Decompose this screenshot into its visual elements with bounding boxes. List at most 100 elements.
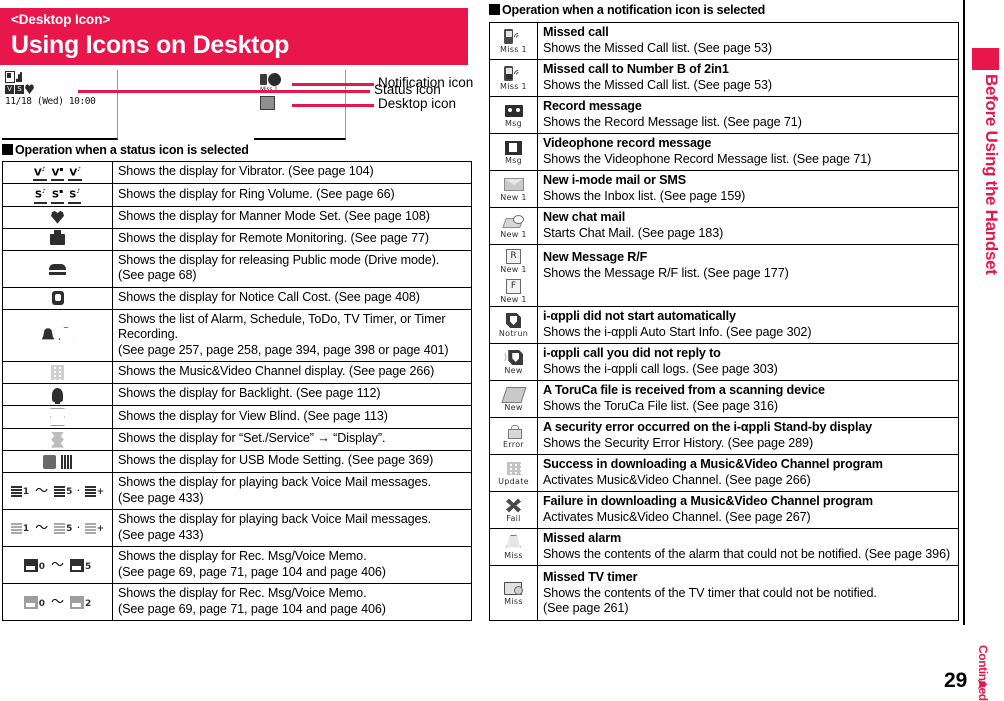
desc-title: Missed TV timer <box>543 570 638 584</box>
desc-line: Activates Music&Video Channel. (See page… <box>543 509 811 524</box>
music-video-channel-icon <box>51 365 64 381</box>
desc-cell: New chat mail Starts Chat Mail. (See pag… <box>537 207 959 245</box>
table-row: Shows the display for Notice Call Cost. … <box>2 286 472 310</box>
desc-title: Missed call to Number B of 2in1 <box>543 62 729 76</box>
icon-caption: Miss <box>504 596 523 606</box>
notification-section-heading: Operation when a notification icon is se… <box>489 3 765 17</box>
icon-cell-download-success: Update <box>489 454 538 492</box>
desc-cell: Shows the display for Ring Volume. (See … <box>112 183 472 207</box>
desc-line: (See page 433) <box>118 527 204 542</box>
table-row: Update Success in downloading a Music&Vi… <box>489 454 959 492</box>
desc-title: Videophone record message <box>543 136 712 150</box>
desc-line: Shows the display for releasing Public m… <box>118 252 440 267</box>
callout-line-notification <box>292 83 374 86</box>
desc-line: Shows the display for “Set./Service” → “… <box>118 431 386 446</box>
desc-line: Shows the display for Notice Call Cost. … <box>118 289 420 304</box>
vibrator-icon-1: V♪ <box>32 164 47 182</box>
videophone-record-message-icon: Msg <box>505 139 522 165</box>
page-number: 29 <box>944 669 968 692</box>
status-section-heading: Operation when a status icon is selected <box>2 143 249 157</box>
icon-cell-rec-msg-light: 0 ～ 2 <box>2 583 113 622</box>
status-icon-table: V♪ V▪ V♪ Shows the display for Vibrator.… <box>2 160 472 622</box>
icon-cell-ring-volume: S♪ S▪ S♪ <box>2 183 113 207</box>
table-row: Msg Videophone record message Shows the … <box>489 133 959 171</box>
desktop-notification-stack: Miss 1 <box>260 70 294 118</box>
desc-cell: Missed call to Number B of 2in1 Shows th… <box>537 59 959 97</box>
icon-cell-record-message: Msg <box>489 96 538 134</box>
table-row: Shows the list of Alarm, Schedule, ToDo,… <box>2 308 472 363</box>
tilde-separator: ～ <box>50 594 64 610</box>
table-row: Miss Missed alarm Shows the contents of … <box>489 528 959 566</box>
missed-alarm-icon: Miss <box>504 534 523 560</box>
icon-caption: Notrun <box>498 329 529 338</box>
desc-line: Shows the list of Alarm, Schedule, ToDo,… <box>118 311 446 342</box>
desc-line: (See page 69, page 71, page 104 and page… <box>118 601 386 616</box>
missed-tv-timer-icon: Miss <box>504 580 523 606</box>
rec-msg-icon-5: 5 <box>70 558 91 572</box>
table-row: S♪ S▪ S♪ Shows the display for Ring Volu… <box>2 183 472 207</box>
status-section-heading-text: Operation when a status icon is selected <box>15 143 249 157</box>
record-message-icon: Msg <box>504 102 523 128</box>
new-chat-mail-icon: New 1 <box>500 213 527 239</box>
set-service-display-icon <box>51 431 64 448</box>
desktop-icon-glyph <box>260 96 275 110</box>
icon-cell-notice-call-cost <box>2 286 113 310</box>
page-header-bar: <Desktop Icon> Using Icons on Desktop <box>0 8 468 65</box>
table-row: Miss 1 Missed call Shows the Missed Call… <box>489 22 959 60</box>
phone-mockup-area: V S 11/18 (Wed) 10:00 Miss 1 Status icon… <box>0 70 474 142</box>
security-error-lock-icon: Error <box>503 423 524 449</box>
phone-handset-icon <box>260 74 267 85</box>
desc-title: New Message R/F <box>543 250 648 264</box>
rec-msg-light-icon-0: 0 <box>23 595 45 609</box>
desc-cell: Shows the display for Notice Call Cost. … <box>112 286 472 310</box>
voice-mail-light-icon-5: 5 <box>54 522 72 535</box>
table-row: 1 ～ 5 · + Shows the display for playing … <box>2 509 472 548</box>
desc-title: New chat mail <box>543 210 626 224</box>
desc-line: Shows the display for Backlight. (See pa… <box>118 386 381 401</box>
message-r-badge: R <box>506 249 521 264</box>
icon-cell-toruca-received: New <box>489 380 538 418</box>
desc-line: Shows the Missed Call list. (See page 53… <box>543 77 772 92</box>
desc-line: Shows the i-αppli call logs. (See page 3… <box>543 361 778 376</box>
tilde-separator: ～ <box>50 557 64 573</box>
desc-cell: Videophone record message Shows the Vide… <box>537 133 959 171</box>
table-row: 0 ～ 2 Shows the display for Rec. Msg/Voi… <box>2 583 472 622</box>
manner-mode-icon <box>51 210 64 224</box>
desc-line: (See page 261) <box>543 601 629 615</box>
desc-line: Shows the display for playing back Voice… <box>118 475 432 490</box>
table-row: Shows the display for releasing Public m… <box>2 249 472 288</box>
view-blind-icon <box>50 408 65 427</box>
icon-cell-iappli-not-started: Notrun <box>489 306 538 344</box>
icon-cell-missed-alarm: Miss <box>489 528 538 566</box>
table-row: Fail Failure in downloading a Music&Vide… <box>489 491 959 529</box>
icon-caption: Update <box>498 477 529 486</box>
table-row: Miss Missed TV timer Shows the contents … <box>489 565 959 621</box>
icon-caption: Miss 1 <box>500 82 527 91</box>
rec-msg-icon-0: 0 <box>23 558 45 572</box>
icon-caption: New <box>504 403 523 412</box>
table-row: New A ToruCa file is received from a sca… <box>489 380 959 418</box>
desc-line: Shows the display for Vibrator. (See pag… <box>118 164 374 179</box>
icon-cell-new-chat-mail: New 1 <box>489 207 538 245</box>
download-failure-icon: Fail <box>506 497 521 523</box>
desc-cell: Shows the display for releasing Public m… <box>112 249 472 288</box>
desc-title: i-αppli call you did not reply to <box>543 346 721 360</box>
missed-call-icon: Miss 1 <box>500 28 527 54</box>
desc-cell: Success in downloading a Music&Video Cha… <box>537 454 959 492</box>
table-row: R New 1 F New 1 New Message R/F Shows th… <box>489 244 959 307</box>
desc-line: Shows the display for Remote Monitoring.… <box>118 230 430 245</box>
desc-cell: i-αppli did not start automatically Show… <box>537 306 959 344</box>
table-row: Shows the display for Manner Mode Set. (… <box>2 205 472 229</box>
icon-caption: New <box>504 366 523 375</box>
vibrator-status-icon: V <box>5 84 14 94</box>
battery-icon <box>5 71 15 83</box>
desc-cell: Shows the display for Manner Mode Set. (… <box>112 205 472 229</box>
callout-label-notification: Notification icon <box>378 75 474 90</box>
desc-line: Shows the display for Ring Volume. (See … <box>118 186 395 201</box>
table-row: 1 ～ 5 · + Shows the display for playing … <box>2 472 472 511</box>
callout-label-desktop: Desktop icon <box>378 96 457 111</box>
drive-mode-icon <box>49 263 66 275</box>
desc-title: Failure in downloading a Music&Video Cha… <box>543 494 873 508</box>
vibrator-icon-2: V▪ <box>50 164 65 182</box>
ring-volume-icon-2: S▪ <box>50 186 65 204</box>
